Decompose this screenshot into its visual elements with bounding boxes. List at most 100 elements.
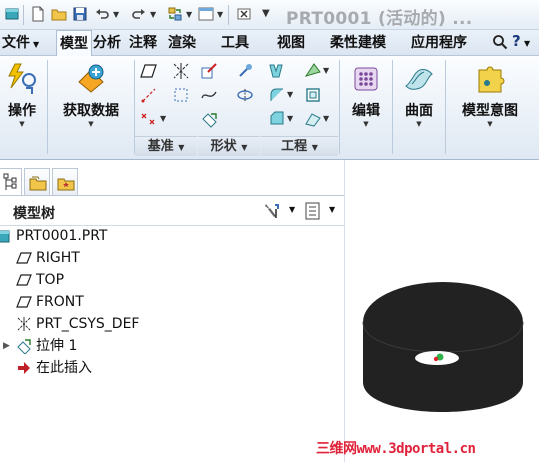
datum-group-label: 基准: [147, 139, 174, 154]
new-file-icon[interactable]: [30, 6, 46, 22]
get-data-label: 获取数据: [63, 103, 119, 119]
quick-access-toolbar: ▼ ▼ ▼ ▼ ▼ PRT0001 (活动的) ...: [0, 0, 539, 30]
datum-plane-icon: [16, 250, 32, 266]
round-dropdown-icon[interactable]: ▼: [287, 90, 293, 99]
favorites-icon: [57, 178, 75, 191]
tree-item-insert-here[interactable]: 在此插入: [0, 357, 345, 379]
tab-render[interactable]: 渲染: [168, 30, 196, 56]
chamfer-icon[interactable]: [268, 110, 286, 128]
operations-dropdown-icon: ▼: [19, 120, 25, 128]
get-data-dropdown-icon: ▼: [88, 120, 94, 128]
rib-icon[interactable]: [304, 110, 322, 128]
model-intent-icon: [449, 58, 531, 100]
model-tree-title: 模型树: [13, 206, 55, 222]
point-icon[interactable]: [140, 110, 158, 128]
rib-dropdown-icon[interactable]: ▼: [323, 114, 329, 123]
tab-model[interactable]: 模型: [56, 30, 92, 56]
tree-item-front-plane[interactable]: FRONT: [0, 291, 345, 313]
axis-icon[interactable]: [172, 62, 190, 80]
tree-show-icon[interactable]: [304, 202, 322, 220]
model-tree-header: 模型树 ▼ ▼: [0, 198, 345, 224]
close-window-icon[interactable]: [236, 6, 252, 22]
graphics-area[interactable]: [345, 160, 539, 462]
datum-point-icon[interactable]: [172, 86, 190, 104]
navigator-divider: [0, 195, 345, 196]
save-icon[interactable]: [72, 6, 88, 22]
chamfer-dropdown-icon[interactable]: ▼: [287, 114, 293, 123]
hole-icon[interactable]: [268, 62, 286, 80]
window-title: PRT0001 (活动的) ...: [286, 9, 473, 29]
model-intent-label: 模型意图: [462, 103, 518, 119]
tab-model-tree[interactable]: [0, 168, 22, 196]
get-data-icon: [50, 58, 132, 100]
open-folder-icon[interactable]: [51, 6, 67, 22]
extrude-icon[interactable]: [200, 110, 218, 128]
tab-tools[interactable]: 工具: [221, 30, 249, 56]
tab-annotate[interactable]: 注释: [129, 30, 157, 56]
coordinate-system-icon: [16, 316, 32, 332]
draft-icon[interactable]: [304, 62, 322, 80]
surfaces-icon: [396, 58, 442, 100]
surfaces-button[interactable]: 曲面 ▼: [396, 58, 442, 128]
tree-item-top-plane[interactable]: TOP: [0, 269, 345, 291]
tree-settings-dropdown-icon[interactable]: ▼: [289, 205, 295, 214]
cylinder-model[interactable]: [362, 282, 524, 412]
sweep-icon[interactable]: [236, 86, 254, 104]
search-icon[interactable]: [492, 34, 508, 50]
tab-file[interactable]: 文件 ▼: [2, 30, 39, 56]
windows-icon[interactable]: [198, 6, 214, 22]
regenerate-dropdown-icon[interactable]: ▼: [186, 10, 192, 19]
model-tree-icon: [3, 173, 17, 190]
engineering-group[interactable]: 工程 ▼: [261, 136, 338, 156]
operations-button[interactable]: 操作 ▼: [0, 58, 44, 128]
edit-dropdown-icon: ▼: [363, 120, 369, 128]
customize-toolbar-icon[interactable]: ▼: [262, 8, 270, 19]
tree-item-right-plane[interactable]: RIGHT: [0, 247, 345, 269]
revolve-icon[interactable]: [236, 62, 254, 80]
tree-item-extrude[interactable]: ▶ 拉伸 1: [0, 335, 345, 357]
expand-arrow-icon[interactable]: ▶: [3, 335, 10, 357]
model-intent-dropdown-icon: ▼: [487, 120, 493, 128]
tab-favorites[interactable]: [52, 168, 78, 196]
curve-icon[interactable]: [200, 86, 218, 104]
tree-settings-icon[interactable]: [263, 202, 281, 220]
tab-applications[interactable]: 应用程序: [411, 30, 467, 56]
shell-icon[interactable]: [304, 86, 322, 104]
navigator-tab-bar: [0, 160, 345, 200]
help-icon[interactable]: ?: [512, 32, 521, 50]
shapes-group[interactable]: 形状 ▼: [198, 136, 260, 156]
tab-folder-browser[interactable]: [24, 168, 50, 196]
help-dropdown-icon[interactable]: ▼: [524, 39, 530, 48]
point-dropdown-icon[interactable]: ▼: [160, 114, 166, 123]
datum-plane-icon: [16, 294, 32, 310]
plane-icon[interactable]: [140, 62, 158, 80]
redo-icon[interactable]: [131, 6, 147, 22]
edit-button[interactable]: 编辑 ▼: [343, 58, 389, 128]
tree-item-label: 在此插入: [36, 360, 92, 376]
tree-item-csys[interactable]: PRT_CSYS_DEF: [0, 313, 345, 335]
tab-flexible-modeling[interactable]: 柔性建模: [330, 30, 386, 56]
tree-item-label: RIGHT: [36, 250, 80, 266]
round-icon[interactable]: [268, 86, 286, 104]
tree-item-label: 拉伸 1: [36, 338, 78, 354]
tab-analysis[interactable]: 分析: [93, 30, 121, 56]
tab-view[interactable]: 视图: [277, 30, 305, 56]
redo-dropdown-icon[interactable]: ▼: [150, 10, 156, 19]
windows-dropdown-icon[interactable]: ▼: [217, 10, 223, 19]
datum-group[interactable]: 基准 ▼: [135, 136, 197, 156]
ribbon-panel: 操作 ▼ 获取数据 ▼ ▼ ▼ ▼ ▼ ▼ 编辑 ▼ 曲面 ▼ 模型意图 ▼ 基…: [0, 56, 539, 160]
sketch-icon[interactable]: [200, 62, 218, 80]
get-data-button[interactable]: 获取数据 ▼: [50, 58, 132, 128]
tree-item-part[interactable]: PRT0001.PRT: [0, 225, 345, 247]
engineering-group-label: 工程: [281, 139, 308, 154]
draft-dropdown-icon[interactable]: ▼: [323, 66, 329, 75]
shapes-group-label: 形状: [210, 139, 237, 154]
datum-plane-icon: [16, 272, 32, 288]
model-intent-button[interactable]: 模型意图 ▼: [449, 58, 531, 128]
datum-axis-icon[interactable]: [140, 86, 158, 104]
ribbon-tab-bar: 文件 ▼ 模型 分析 注释 渲染 工具 视图 柔性建模 应用程序 ? ▼: [0, 30, 539, 56]
undo-icon[interactable]: [94, 6, 110, 22]
regenerate-icon[interactable]: [167, 6, 183, 22]
undo-dropdown-icon[interactable]: ▼: [113, 10, 119, 19]
tree-show-dropdown-icon[interactable]: ▼: [329, 205, 335, 214]
